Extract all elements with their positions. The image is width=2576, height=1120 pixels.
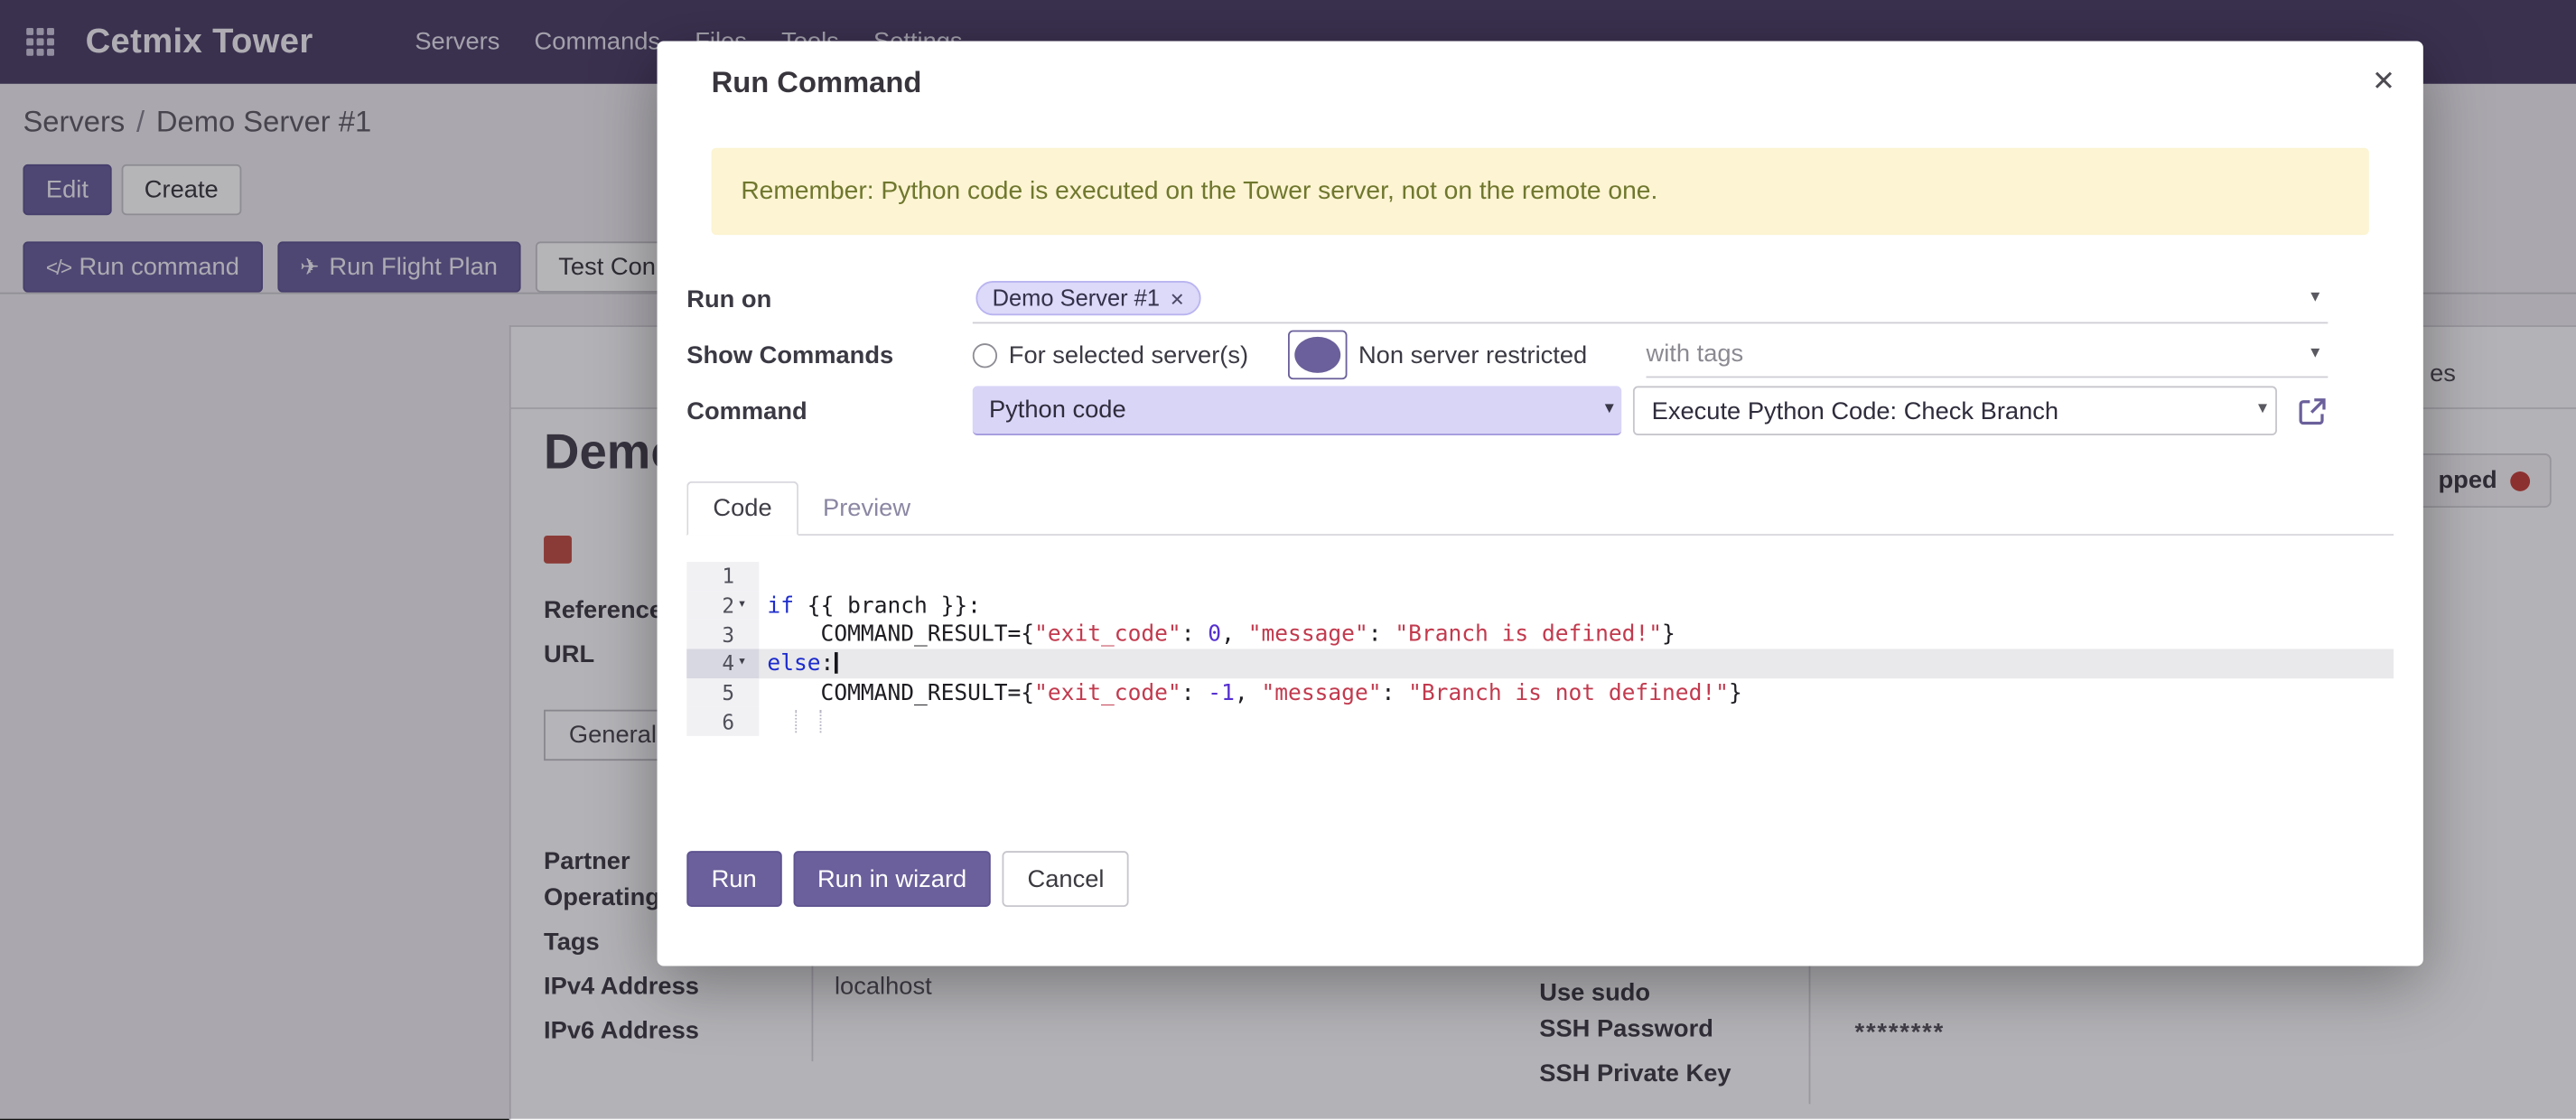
- alert-text: Remember: Python code is executed on the…: [741, 177, 1657, 207]
- command-row: Command Python code Execute Python Code:…: [686, 383, 2394, 439]
- code-line-text: else:: [759, 649, 2394, 678]
- modal-body: Remember: Python code is executed on the…: [658, 148, 2423, 908]
- code-line-text: if {{ branch }}:: [759, 591, 2394, 620]
- show-commands-row: Show Commands For selected server(s) Non…: [686, 327, 2394, 383]
- gutter-line-number: 6: [686, 707, 759, 736]
- radio-non-server-restricted[interactable]: Non server restricted: [1288, 331, 1587, 380]
- run-in-wizard-button[interactable]: Run in wizard: [793, 851, 992, 907]
- code-line-text: [759, 707, 2394, 736]
- caret-down-icon: [1605, 399, 1614, 417]
- editor-line-4[interactable]: 4▾else:: [686, 649, 2394, 678]
- radio-label: Non server restricted: [1358, 341, 1587, 369]
- viewport-scaler: Cetmix Tower Servers Commands Files Tool…: [0, 0, 2576, 1119]
- caret-down-icon: [2258, 400, 2267, 418]
- radio-for-selected-servers[interactable]: For selected server(s): [973, 341, 1248, 369]
- editor-line-2[interactable]: 2▾if {{ branch }}:: [686, 591, 2394, 620]
- alert-warning: Remember: Python code is executed on the…: [712, 148, 2369, 235]
- show-commands-label: Show Commands: [686, 341, 972, 369]
- remove-tag-icon[interactable]: [1170, 285, 1185, 311]
- gutter-line-number: 2▾: [686, 591, 759, 620]
- code-editor[interactable]: 12▾if {{ branch }}:3 COMMAND_RESULT={"ex…: [686, 562, 2394, 736]
- notebook-tabs: Code Preview: [686, 478, 2394, 536]
- editor-line-1[interactable]: 1: [686, 562, 2394, 591]
- gutter-line-number: 4▾: [686, 649, 759, 678]
- caret-down-icon: [2310, 343, 2319, 361]
- cancel-button[interactable]: Cancel: [1003, 851, 1129, 907]
- modal-footer: Run Run in wizard Cancel: [686, 851, 2394, 907]
- with-tags-select[interactable]: with tags: [1647, 331, 2329, 378]
- gutter-line-number: 3: [686, 620, 759, 649]
- tab-preview[interactable]: Preview: [798, 483, 936, 534]
- caret-down-icon[interactable]: [2310, 288, 2319, 306]
- external-link-icon[interactable]: [2297, 395, 2329, 426]
- run-on-row: Run on Demo Server #1: [686, 271, 2394, 327]
- run-on-label: Run on: [686, 285, 972, 313]
- code-editor-lines: 12▾if {{ branch }}:3 COMMAND_RESULT={"ex…: [686, 562, 2394, 736]
- code-line-text: COMMAND_RESULT={"exit_code": 0, "message…: [759, 620, 2394, 649]
- indent-guide: [795, 711, 797, 733]
- code-line-text: COMMAND_RESULT={"exit_code": -1, "messag…: [759, 678, 2394, 707]
- server-tag-chip[interactable]: Demo Server #1: [975, 281, 1200, 315]
- command-label: Command: [686, 397, 972, 425]
- modal-title: Run Command: [712, 66, 2369, 100]
- radio-selected-icon: [1288, 331, 1347, 380]
- command-type-select[interactable]: Python code: [973, 386, 1622, 435]
- editor-line-6[interactable]: 6: [686, 707, 2394, 736]
- editor-line-5[interactable]: 5 COMMAND_RESULT={"exit_code": -1, "mess…: [686, 678, 2394, 707]
- text-cursor: [834, 653, 837, 675]
- gutter-line-number: 5: [686, 678, 759, 707]
- gutter-line-number: 1: [686, 562, 759, 591]
- with-tags-placeholder: with tags: [1647, 341, 1744, 369]
- server-tag-label: Demo Server #1: [993, 285, 1160, 311]
- run-on-field[interactable]: Demo Server #1: [973, 275, 2329, 323]
- modal-header: Run Command: [658, 41, 2423, 99]
- command-select[interactable]: Execute Python Code: Check Branch: [1634, 386, 2277, 435]
- indent-guide: [820, 711, 822, 733]
- command-value: Execute Python Code: Check Branch: [1652, 397, 2058, 425]
- run-button[interactable]: Run: [686, 851, 781, 907]
- tab-code[interactable]: Code: [686, 481, 798, 536]
- fold-toggle-icon[interactable]: ▾: [734, 598, 759, 612]
- radio-label: For selected server(s): [1009, 341, 1248, 369]
- command-type-value: Python code: [989, 396, 1126, 424]
- code-line-text: [759, 562, 2394, 591]
- editor-line-3[interactable]: 3 COMMAND_RESULT={"exit_code": 0, "messa…: [686, 620, 2394, 649]
- close-icon[interactable]: [2366, 59, 2402, 105]
- fold-toggle-icon[interactable]: ▾: [734, 656, 759, 670]
- run-command-dialog: Run Command Remember: Python code is exe…: [658, 41, 2423, 966]
- radio-circle-icon: [973, 342, 997, 367]
